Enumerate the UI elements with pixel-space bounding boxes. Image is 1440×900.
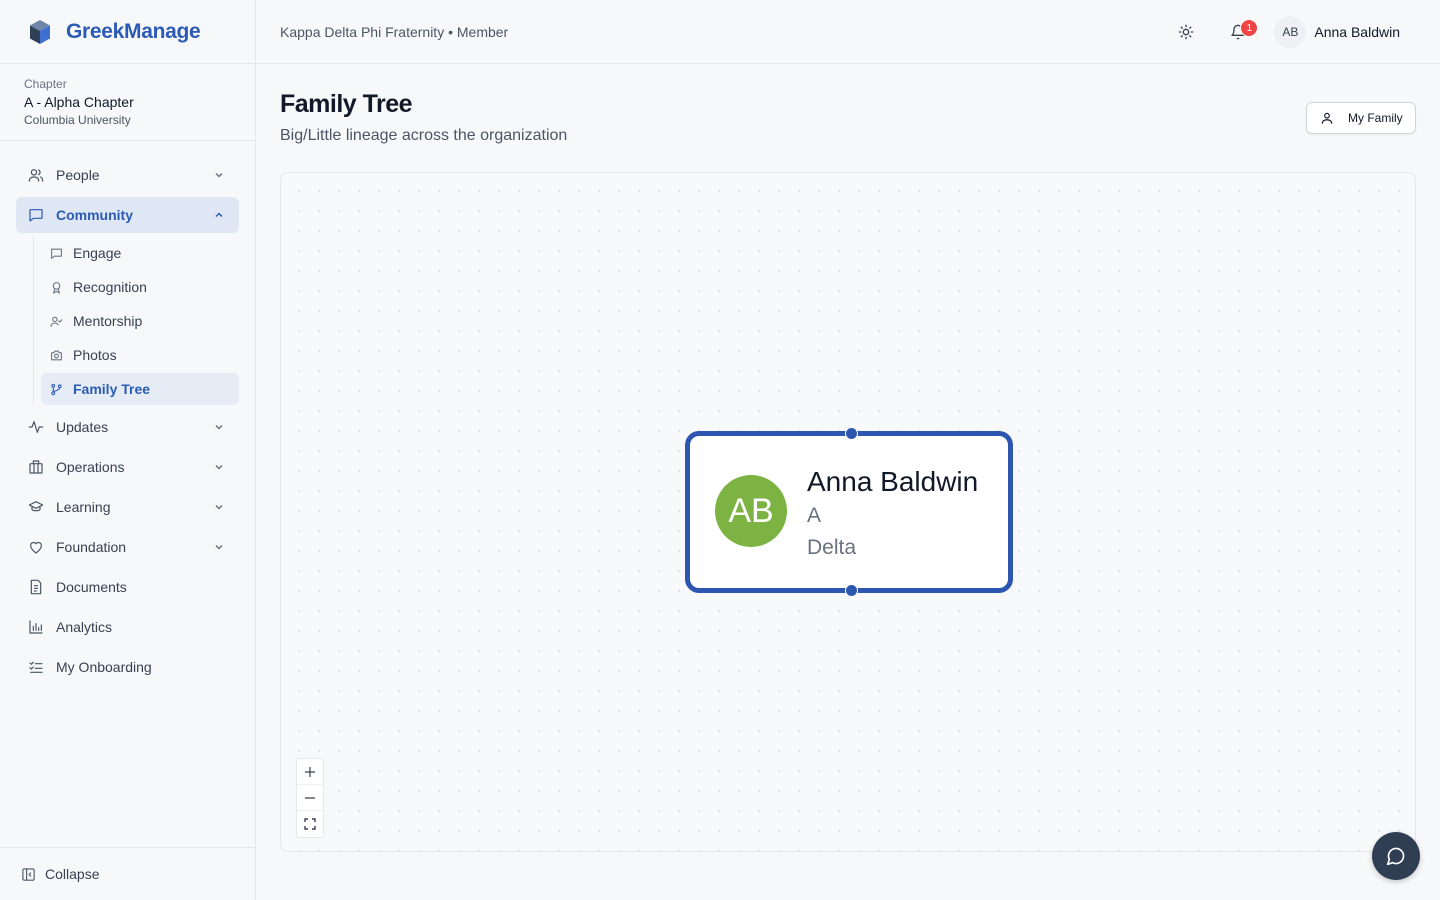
chapter-university: Columbia University bbox=[24, 113, 131, 127]
sidebar-nav: People Community Engage Recognition Ment… bbox=[0, 141, 255, 685]
fullscreen-icon bbox=[304, 818, 316, 830]
family-tree-canvas[interactable]: AB Anna Baldwin A Delta bbox=[280, 172, 1416, 852]
sidebar-item-label: Documents bbox=[56, 579, 127, 595]
plus-icon bbox=[305, 766, 315, 777]
zoom-out-button[interactable] bbox=[297, 785, 323, 811]
sidebar-item-mentorship[interactable]: Mentorship bbox=[41, 305, 239, 337]
node-avatar: AB bbox=[715, 475, 787, 547]
file-text-icon bbox=[28, 579, 44, 595]
sidebar-item-family-tree[interactable]: Family Tree bbox=[41, 373, 239, 405]
zoom-in-button[interactable] bbox=[297, 759, 323, 785]
sidebar-item-label: Family Tree bbox=[73, 381, 151, 397]
sidebar-item-label: Engage bbox=[73, 245, 122, 261]
message-square-icon bbox=[28, 207, 44, 223]
sidebar-item-my-onboarding[interactable]: My Onboarding bbox=[16, 649, 239, 685]
sidebar-item-label: People bbox=[56, 167, 100, 183]
chapter-switcher[interactable]: Chapter A - Alpha Chapter Columbia Unive… bbox=[0, 64, 255, 141]
sidebar-item-recognition[interactable]: Recognition bbox=[41, 271, 239, 303]
sidebar-item-documents[interactable]: Documents bbox=[16, 569, 239, 605]
breadcrumb: Kappa Delta Phi Fraternity • Member bbox=[280, 23, 509, 40]
tree-node[interactable]: AB Anna Baldwin A Delta bbox=[685, 427, 1013, 597]
sidebar-item-engage[interactable]: Engage bbox=[41, 237, 239, 269]
my-family-button[interactable]: My Family bbox=[1306, 102, 1416, 134]
zoom-controls bbox=[296, 758, 324, 838]
git-branch-icon bbox=[50, 383, 63, 396]
sidebar-item-updates[interactable]: Updates bbox=[16, 409, 239, 445]
sidebar-item-people[interactable]: People bbox=[16, 157, 239, 193]
brand-name: GreekManage bbox=[66, 19, 201, 43]
node-class: Delta bbox=[807, 536, 857, 559]
brand[interactable]: GreekManage bbox=[0, 0, 255, 64]
sidebar-item-photos[interactable]: Photos bbox=[41, 339, 239, 371]
theme-toggle-button[interactable] bbox=[1170, 16, 1202, 48]
sidebar-item-label: Updates bbox=[56, 419, 109, 435]
sidebar-item-label: Mentorship bbox=[73, 313, 143, 329]
page-title: Family Tree bbox=[280, 90, 413, 118]
graduation-cap-icon bbox=[28, 499, 44, 515]
top-bar: Kappa Delta Phi Fraternity • Member 1 AB… bbox=[256, 0, 1440, 64]
user-name: Anna Baldwin bbox=[1314, 24, 1400, 40]
chevron-down-icon bbox=[213, 421, 225, 433]
message-circle-icon bbox=[1386, 847, 1405, 866]
users-icon bbox=[28, 167, 44, 183]
user-icon bbox=[1320, 111, 1334, 125]
sidebar-item-label: Community bbox=[56, 207, 133, 223]
building-icon bbox=[28, 459, 44, 475]
chevron-down-icon bbox=[213, 169, 225, 181]
sidebar-item-foundation[interactable]: Foundation bbox=[16, 529, 239, 565]
bar-chart-icon bbox=[28, 619, 44, 635]
notifications-button[interactable]: 1 bbox=[1222, 16, 1259, 48]
chapter-caption: Chapter bbox=[24, 77, 67, 91]
node-name: Anna Baldwin bbox=[807, 466, 979, 497]
sidebar-item-learning[interactable]: Learning bbox=[16, 489, 239, 525]
sidebar-item-community[interactable]: Community bbox=[16, 197, 239, 233]
avatar: AB bbox=[1274, 16, 1307, 48]
list-checks-icon bbox=[28, 659, 44, 675]
sun-icon bbox=[1179, 24, 1194, 40]
user-menu[interactable]: AB Anna Baldwin bbox=[1274, 16, 1400, 48]
sidebar: GreekManage Chapter A - Alpha Chapter Co… bbox=[0, 0, 256, 900]
node-handle-top[interactable] bbox=[845, 427, 858, 440]
sidebar-item-analytics[interactable]: Analytics bbox=[16, 609, 239, 645]
sidebar-item-operations[interactable]: Operations bbox=[16, 449, 239, 485]
sidebar-item-label: Learning bbox=[56, 499, 111, 515]
sidebar-item-label: Photos bbox=[73, 347, 117, 363]
chevron-up-icon bbox=[213, 209, 225, 221]
camera-icon bbox=[50, 349, 63, 362]
collapse-label: Collapse bbox=[45, 866, 100, 882]
panel-left-close-icon bbox=[21, 867, 36, 882]
notification-badge: 1 bbox=[1240, 19, 1259, 37]
chapter-name: A - Alpha Chapter bbox=[24, 94, 134, 110]
page-subtitle: Big/Little lineage across the organizati… bbox=[280, 127, 568, 144]
fit-view-button[interactable] bbox=[297, 811, 323, 837]
heart-icon bbox=[28, 539, 44, 555]
sidebar-item-label: My Onboarding bbox=[56, 659, 152, 675]
award-icon bbox=[50, 281, 63, 294]
chevron-down-icon bbox=[213, 501, 225, 513]
minus-icon bbox=[305, 796, 315, 799]
logo-icon bbox=[30, 19, 50, 44]
sidebar-item-label: Analytics bbox=[56, 619, 113, 635]
chat-button[interactable] bbox=[1372, 832, 1420, 880]
sidebar-item-label: Foundation bbox=[56, 539, 127, 555]
chevron-down-icon bbox=[213, 541, 225, 553]
my-family-label: My Family bbox=[1348, 111, 1403, 125]
user-check-icon bbox=[50, 315, 63, 328]
top-actions: 1 AB Anna Baldwin bbox=[1170, 0, 1400, 64]
collapse-sidebar-button[interactable]: Collapse bbox=[0, 847, 255, 900]
activity-icon bbox=[28, 419, 44, 435]
sidebar-item-label: Operations bbox=[56, 459, 125, 475]
community-submenu: Engage Recognition Mentorship Photos Fam… bbox=[33, 237, 239, 405]
node-chapter: A bbox=[807, 504, 822, 527]
chevron-down-icon bbox=[213, 461, 225, 473]
sidebar-item-label: Recognition bbox=[73, 279, 147, 295]
node-handle-bottom[interactable] bbox=[845, 584, 858, 597]
message-square-icon bbox=[50, 247, 63, 260]
